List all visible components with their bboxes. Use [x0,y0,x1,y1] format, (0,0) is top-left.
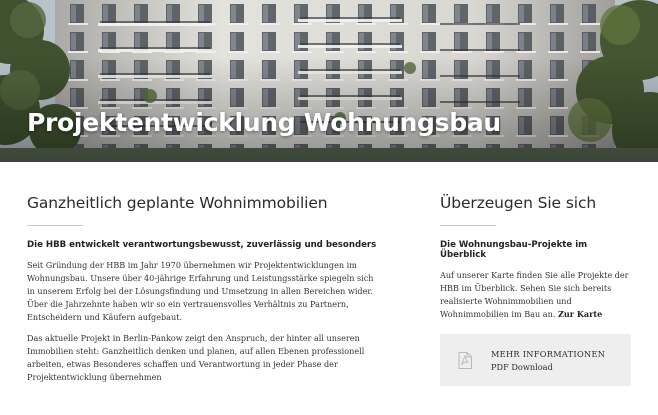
heading-divider [440,225,496,226]
intro-section: Ganzheitlich geplante Wohnimmobilien Die… [27,194,379,384]
project-paragraph: Das aktuelle Projekt in Berlin-Pankow ze… [27,333,365,382]
section-subheading: Die HBB entwickelt verantwortungsbewusst… [27,240,377,250]
hero-banner: Projektentwicklung Wohnungsbau [0,0,658,162]
page-title: Projektentwicklung Wohnungsbau [27,108,501,137]
intro-paragraph: Seit Gründung der HBB im Jahr 1970 übern… [27,260,374,322]
section-heading: Überzeugen Sie sich [440,194,597,212]
download-title: MEHR INFORMATIONEN [491,349,606,359]
pdf-file-icon [458,352,472,369]
pdf-download-button[interactable]: MEHR INFORMATIONEN PDF Download [440,334,631,386]
overview-section: Überzeugen Sie sich Die Wohnungsbau-Proj… [440,194,632,321]
heading-divider [27,225,83,226]
hero-overlay [0,0,658,162]
section-subheading: Die Wohnungsbau-Projekte im Überblick [440,240,588,260]
map-link[interactable]: Zur Karte [558,309,602,319]
section-heading: Ganzheitlich geplante Wohnimmobilien [27,194,328,212]
download-subtitle: PDF Download [491,362,553,372]
map-paragraph: Auf unserer Karte finden Sie alle Projek… [440,269,632,321]
